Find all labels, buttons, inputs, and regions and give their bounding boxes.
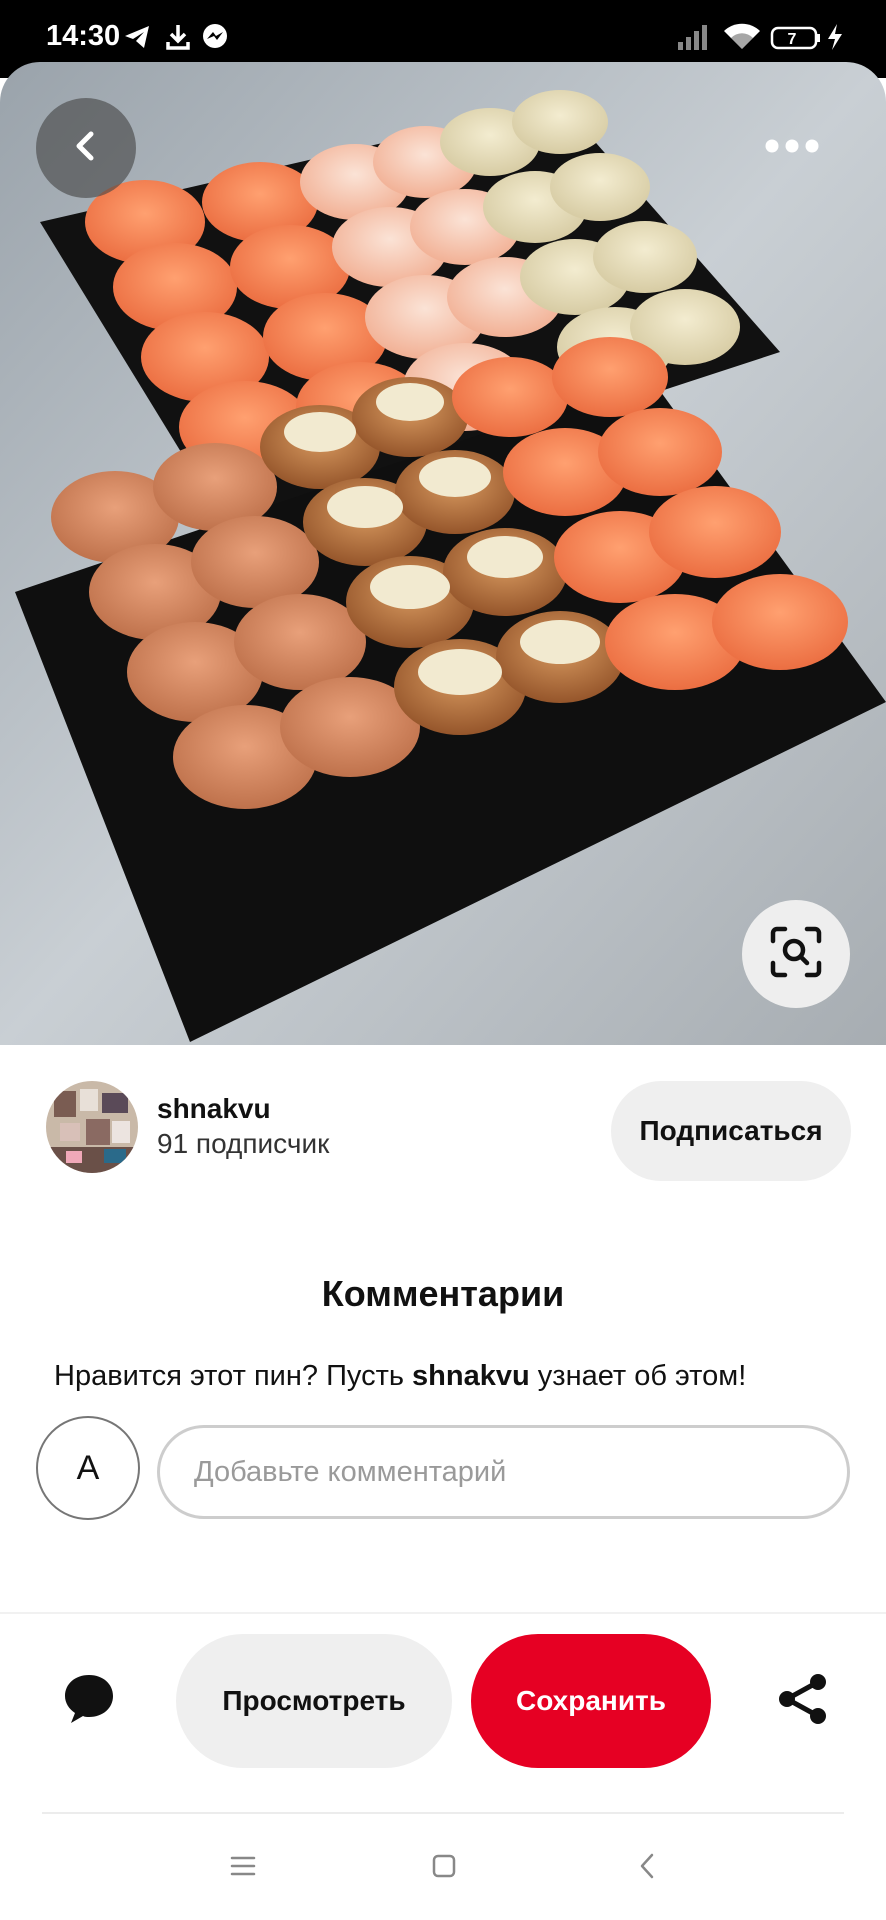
comments-prompt-user: shnakvu	[412, 1360, 530, 1392]
home-square-icon	[431, 1853, 457, 1884]
author-avatar[interactable]	[46, 1081, 138, 1173]
author-name[interactable]: shnakvu	[157, 1093, 271, 1125]
visual-search-icon	[769, 925, 823, 984]
messenger-icon	[200, 22, 230, 57]
status-time: 14:30	[46, 20, 121, 52]
nav-menu-button[interactable]	[213, 1846, 273, 1890]
nav-back-button[interactable]	[617, 1846, 677, 1890]
follow-button[interactable]: Подписаться	[611, 1081, 851, 1181]
nav-divider	[42, 1812, 844, 1814]
telegram-icon	[122, 22, 152, 57]
download-icon	[164, 22, 192, 57]
more-button[interactable]	[752, 118, 832, 178]
back-chevron-icon	[68, 128, 104, 169]
view-button[interactable]: Просмотреть	[176, 1634, 452, 1768]
back-button[interactable]	[36, 98, 136, 198]
menu-icon	[230, 1855, 256, 1882]
comments-prompt-before: Нравится этот пин? Пусть	[54, 1360, 413, 1392]
wifi-icon	[722, 22, 762, 57]
pin-image[interactable]	[0, 62, 886, 1045]
comments-title: Комментарии	[321, 1273, 565, 1314]
author-followers: 91 подписчик	[157, 1128, 330, 1159]
user-avatar[interactable]: А	[36, 1416, 140, 1520]
more-dots-icon	[764, 138, 820, 159]
visual-search-button[interactable]	[742, 900, 850, 1008]
comment-input[interactable]	[157, 1425, 850, 1519]
share-button[interactable]	[770, 1668, 836, 1734]
back-icon	[637, 1852, 657, 1885]
sushi-rolls-photo	[0, 62, 886, 1045]
save-button[interactable]: Сохранить	[471, 1634, 711, 1768]
comments-prompt: Нравится этот пин? Пусть shnakvu узнает …	[54, 1360, 746, 1393]
comments-prompt-after: узнает об этом!	[529, 1360, 747, 1392]
battery-icon: 7	[770, 26, 822, 55]
signal-icon	[676, 22, 712, 57]
comment-button[interactable]	[56, 1668, 122, 1734]
author-row: shnakvu 91 подписчик Подписаться	[0, 1045, 886, 1185]
battery-level: 7	[788, 31, 797, 48]
nav-home-button[interactable]	[414, 1846, 474, 1890]
chat-bubble-icon	[61, 1671, 117, 1732]
share-icon	[776, 1672, 830, 1731]
charging-bolt-icon	[826, 22, 844, 57]
action-divider	[0, 1612, 886, 1614]
